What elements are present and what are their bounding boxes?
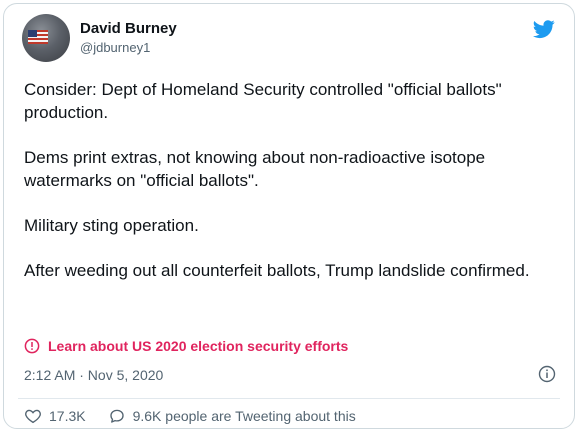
tweet-text: Consider: Dept of Homeland Security cont… xyxy=(24,78,544,282)
avatar[interactable] xyxy=(22,14,70,62)
engagement-bar: 17.3K 9.6K people are Tweeting about thi… xyxy=(24,407,356,425)
election-notice-link[interactable]: Learn about US 2020 election security ef… xyxy=(24,338,348,354)
tweet-paragraph: Consider: Dept of Homeland Security cont… xyxy=(24,80,502,122)
heart-icon xyxy=(25,409,41,424)
author-handle[interactable]: @jdburney1 xyxy=(80,40,150,55)
tweet-timestamp[interactable]: 2:12 AM · Nov 5, 2020 xyxy=(24,367,163,383)
conversation-text: 9.6K people are Tweeting about this xyxy=(132,408,356,424)
tweet-card: David Burney @jdburney1 Consider: Dept o… xyxy=(3,3,575,429)
twitter-bird-icon[interactable] xyxy=(532,18,556,40)
notice-label: Learn about US 2020 election security ef… xyxy=(48,338,349,354)
tweet-paragraph: After weeding out all counterfeit ballot… xyxy=(24,261,530,280)
author-name[interactable]: David Burney xyxy=(80,20,177,37)
speech-bubble-icon xyxy=(109,409,124,423)
alert-circle-icon xyxy=(24,338,40,354)
like-count: 17.3K xyxy=(49,408,86,424)
flag-icon xyxy=(28,30,48,44)
info-icon[interactable] xyxy=(538,365,556,383)
like-button[interactable]: 17.3K xyxy=(24,407,86,425)
tweet-paragraph: Dems print extras, not knowing about non… xyxy=(24,148,486,190)
conversation-link[interactable]: 9.6K people are Tweeting about this xyxy=(108,407,356,425)
tweet-paragraph: Military sting operation. xyxy=(24,216,199,235)
divider xyxy=(18,398,560,399)
